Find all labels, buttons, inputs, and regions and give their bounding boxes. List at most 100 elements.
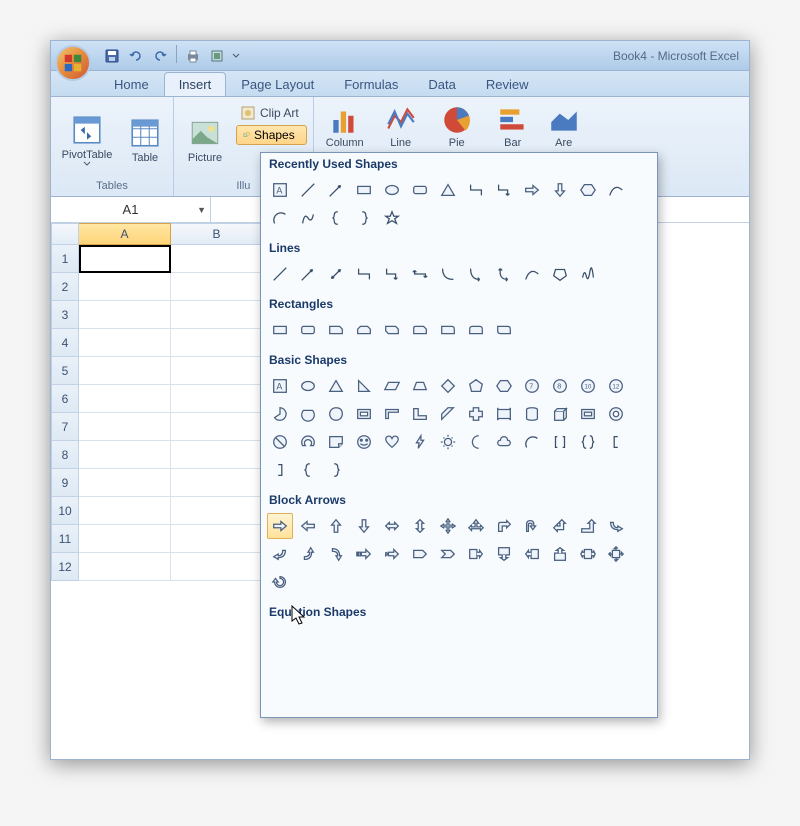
shape-left-up-arrow-icon[interactable] (547, 513, 573, 539)
cell[interactable] (171, 497, 263, 525)
select-all-corner[interactable] (51, 223, 79, 245)
shape-cross-icon[interactable] (463, 401, 489, 427)
tab-home[interactable]: Home (99, 72, 164, 96)
pivottable-button[interactable]: PivotTable (57, 101, 117, 178)
cell[interactable] (171, 329, 263, 357)
shape-donut-icon[interactable] (603, 401, 629, 427)
undo-button[interactable] (125, 45, 147, 67)
shape-decagon-icon[interactable]: 10 (575, 373, 601, 399)
cell[interactable] (79, 357, 171, 385)
shape-up-down-arrow-icon[interactable] (407, 513, 433, 539)
shape-hexagon-icon[interactable] (491, 373, 517, 399)
shape-up-arrow-icon[interactable] (323, 513, 349, 539)
shape-triangle-icon[interactable] (323, 373, 349, 399)
shape-heart-icon[interactable] (379, 429, 405, 455)
cell[interactable] (79, 273, 171, 301)
name-box[interactable]: A1 ▼ (51, 197, 211, 222)
shape-pie-icon[interactable] (267, 401, 293, 427)
shape-text-box-icon[interactable]: A (267, 177, 293, 203)
shape-curved-double-arrow-icon[interactable] (491, 261, 517, 287)
shape-right-brace-icon[interactable] (351, 205, 377, 231)
row-header[interactable]: 9 (51, 469, 79, 497)
shape-striped-right-arrow-icon[interactable] (351, 541, 377, 567)
shape-left-arrow-callout-icon[interactable] (519, 541, 545, 567)
shape-elbow-double-arrow-icon[interactable] (407, 261, 433, 287)
shape-scribble-icon[interactable] (575, 261, 601, 287)
shape-down-arrow-icon[interactable] (547, 177, 573, 203)
shape-left-right-up-arrow-icon[interactable] (463, 513, 489, 539)
shape-line-icon[interactable] (267, 261, 293, 287)
shape-star-icon[interactable] (379, 205, 405, 231)
shape-bevel-icon[interactable] (575, 401, 601, 427)
shape-pentagon-arrow-icon[interactable] (407, 541, 433, 567)
shape-rectangle-icon[interactable] (351, 177, 377, 203)
shape-smiley-icon[interactable] (351, 429, 377, 455)
column-header[interactable]: B (171, 223, 263, 245)
office-button[interactable] (55, 45, 91, 81)
shape-curved-right-arrow-icon[interactable] (603, 513, 629, 539)
shape-elbow-connector-icon[interactable] (351, 261, 377, 287)
shape-elbow-arrow-icon[interactable] (379, 261, 405, 287)
shape-left-brace-icon[interactable] (323, 205, 349, 231)
shape-chevron-icon[interactable] (435, 541, 461, 567)
cell[interactable] (79, 413, 171, 441)
shape-up-arrow-callout-icon[interactable] (547, 541, 573, 567)
shape-text-box-icon[interactable]: A (267, 373, 293, 399)
cell[interactable] (171, 413, 263, 441)
shape-round-single-corner-icon[interactable] (435, 317, 461, 343)
shape-plaque-icon[interactable] (491, 401, 517, 427)
cell[interactable] (171, 553, 263, 581)
cell[interactable] (79, 301, 171, 329)
shape-rectangle-icon[interactable] (267, 317, 293, 343)
shape-frame-icon[interactable] (351, 401, 377, 427)
qat-print-button[interactable] (182, 45, 204, 67)
shape-right-bracket-icon[interactable] (267, 457, 293, 483)
shape-curved-left-arrow-icon[interactable] (267, 541, 293, 567)
shape-lightning-icon[interactable] (407, 429, 433, 455)
row-header[interactable]: 10 (51, 497, 79, 525)
shape-rounded-rect-icon[interactable] (407, 177, 433, 203)
shape-l-shape-icon[interactable] (407, 401, 433, 427)
shape-pentagon-icon[interactable] (463, 373, 489, 399)
shape-right-arrow-callout-icon[interactable] (463, 541, 489, 567)
shape-u-turn-arrow-icon[interactable] (519, 513, 545, 539)
shape-parallelogram-icon[interactable] (379, 373, 405, 399)
shape-left-bracket-icon[interactable] (603, 429, 629, 455)
cell[interactable] (79, 525, 171, 553)
row-header[interactable]: 11 (51, 525, 79, 553)
shape-dodecagon-icon[interactable]: 12 (603, 373, 629, 399)
shape-bent-up-arrow-icon[interactable] (575, 513, 601, 539)
redo-button[interactable] (149, 45, 171, 67)
shape-left-right-arrow-icon[interactable] (379, 513, 405, 539)
shape-curved-connector-icon[interactable] (435, 261, 461, 287)
shape-double-brace-icon[interactable] (575, 429, 601, 455)
shape-curved-arrow-icon[interactable] (463, 261, 489, 287)
shape-diamond-icon[interactable] (435, 373, 461, 399)
shape-right-brace-icon[interactable] (323, 457, 349, 483)
shape-right-triangle-icon[interactable] (351, 373, 377, 399)
cell[interactable] (171, 385, 263, 413)
shape-quad-arrow-icon[interactable] (435, 513, 461, 539)
tab-insert[interactable]: Insert (164, 72, 227, 96)
shape-arc-icon[interactable] (519, 429, 545, 455)
shape-snip-round-rect-icon[interactable] (407, 317, 433, 343)
qat-custom-button[interactable] (206, 45, 228, 67)
shape-snip-same-side-rect-icon[interactable] (351, 317, 377, 343)
shape-chord-icon[interactable] (295, 401, 321, 427)
cell[interactable] (171, 525, 263, 553)
shape-round-diagonal-icon[interactable] (491, 317, 517, 343)
qat-dropdown[interactable] (230, 45, 242, 67)
cell[interactable] (171, 301, 263, 329)
row-header[interactable]: 3 (51, 301, 79, 329)
shape-cube-icon[interactable] (547, 401, 573, 427)
tab-page-layout[interactable]: Page Layout (226, 72, 329, 96)
shape-arrow-line-icon[interactable] (323, 177, 349, 203)
chevron-down-icon[interactable]: ▼ (197, 205, 206, 215)
shape-moon-icon[interactable] (463, 429, 489, 455)
cell[interactable] (171, 273, 263, 301)
shape-half-frame-icon[interactable] (379, 401, 405, 427)
shape-arc-icon[interactable] (267, 205, 293, 231)
shape-left-brace-icon[interactable] (295, 457, 321, 483)
shape-right-arrow-icon[interactable] (267, 513, 293, 539)
shape-left-arrow-icon[interactable] (295, 513, 321, 539)
